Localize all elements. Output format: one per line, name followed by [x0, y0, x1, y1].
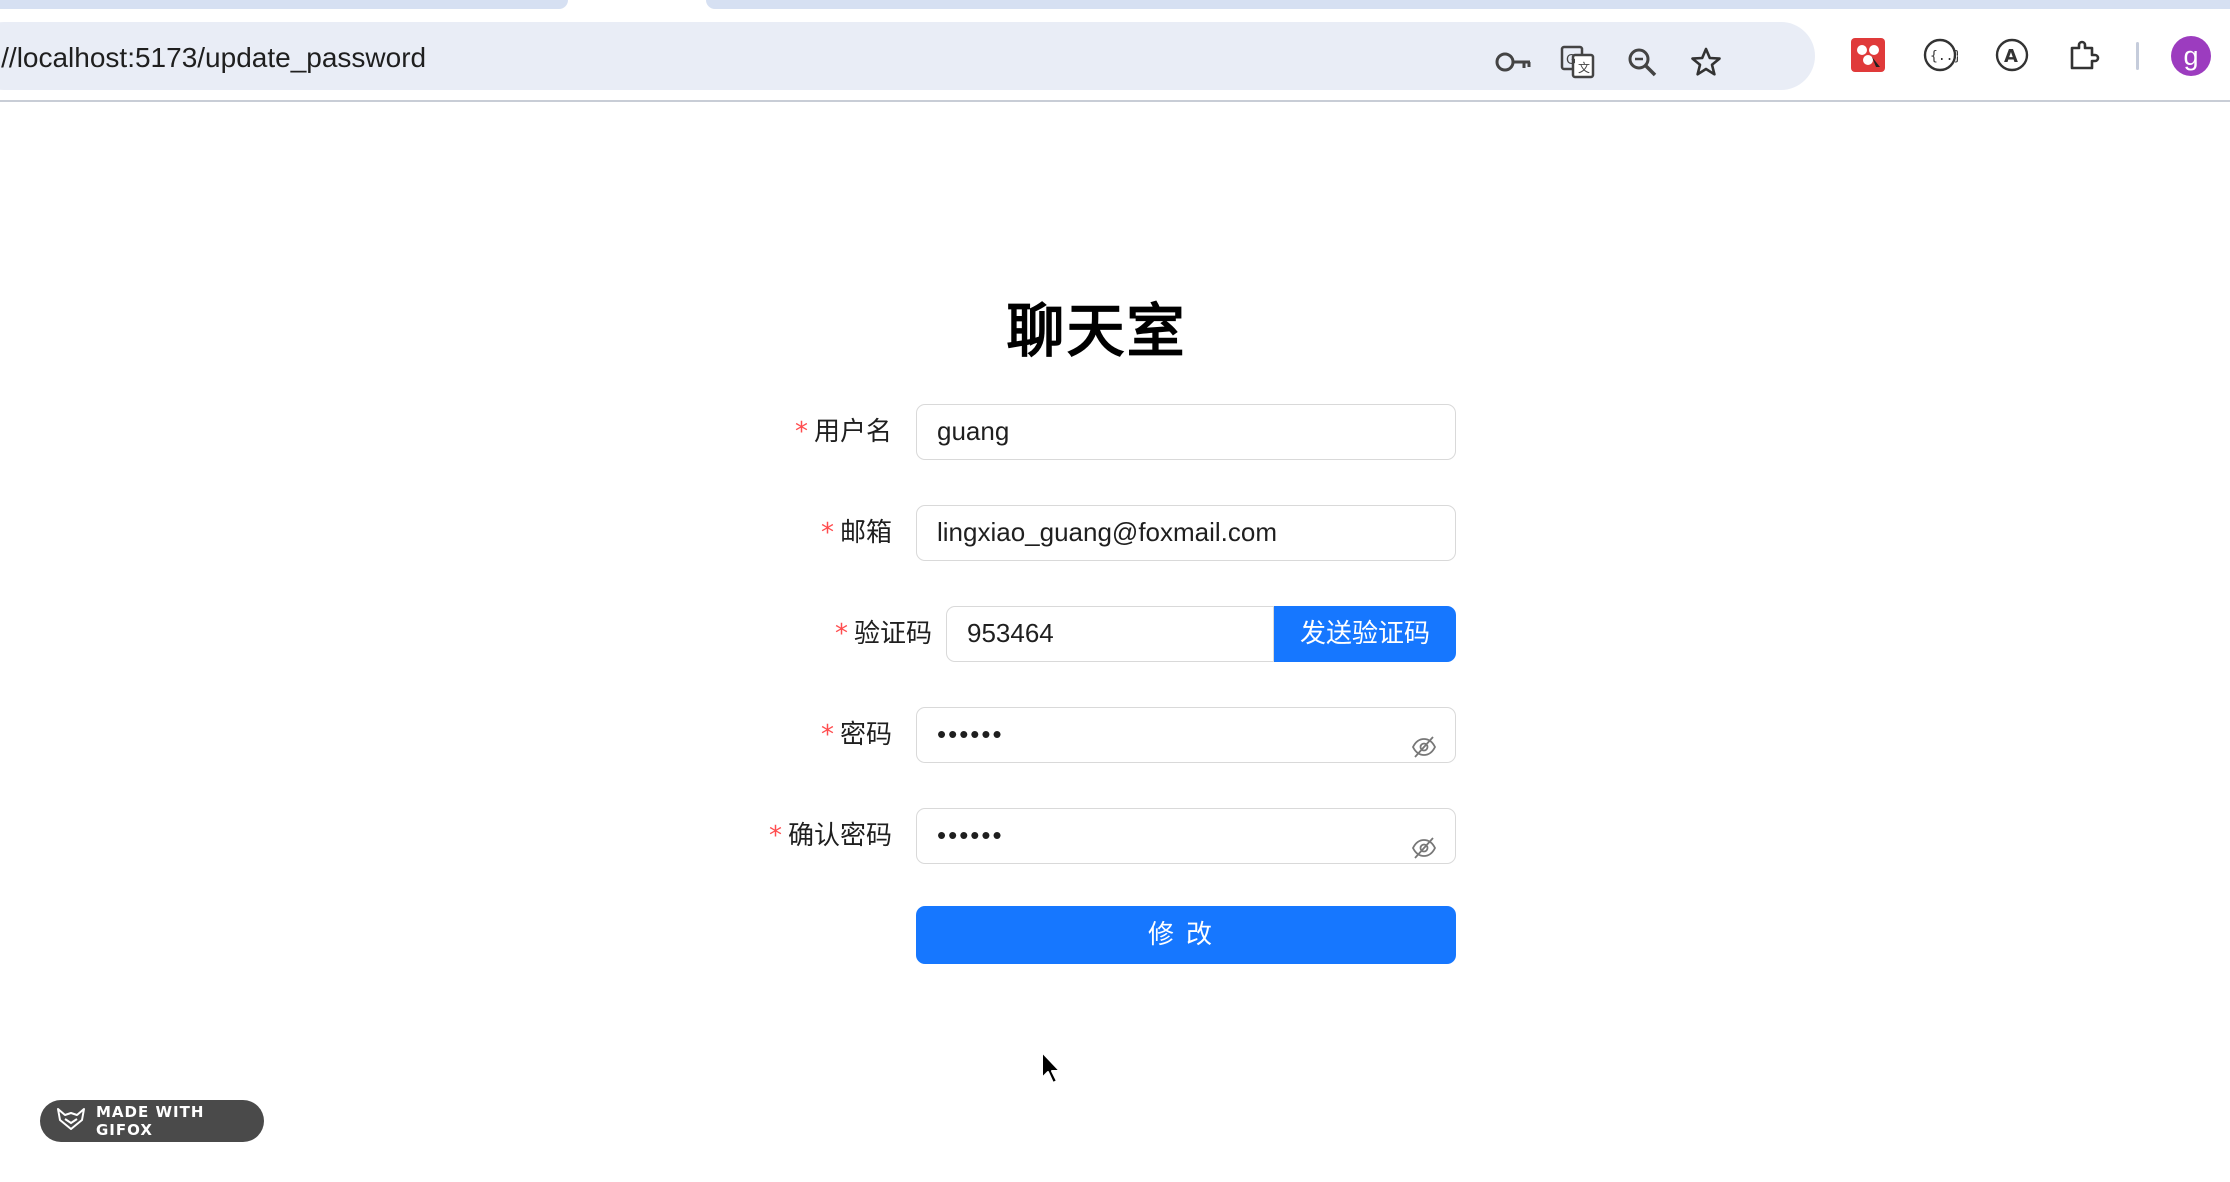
puzzle-red-extension-icon[interactable] — [1847, 34, 1889, 76]
tab-inactive-right[interactable] — [706, 0, 2230, 9]
username-label: * 用户名 — [794, 417, 892, 447]
form-row-password: * 密码 •••••• — [0, 707, 2230, 763]
required-mark: * — [820, 720, 834, 750]
key-icon[interactable] — [1494, 42, 1534, 82]
svg-text:{..}: {..} — [1930, 49, 1958, 64]
required-mark: * — [768, 821, 782, 851]
a-extension-icon[interactable]: A — [1991, 34, 2033, 76]
extensions-puzzle-icon[interactable] — [2063, 34, 2105, 76]
fox-logo-icon — [56, 1107, 86, 1135]
form-row-captcha: * 验证码 953464 发送验证码 — [0, 606, 2230, 662]
profile-avatar[interactable]: g — [2171, 36, 2211, 76]
required-mark: * — [794, 417, 808, 447]
svg-text:文: 文 — [1578, 60, 1590, 75]
username-input[interactable]: guang — [916, 404, 1456, 460]
email-label: * 邮箱 — [820, 518, 892, 548]
json-extension-icon[interactable]: {..} — [1919, 34, 1961, 76]
address-bar[interactable]: tp://localhost:5173/update_password G文 — [0, 22, 1815, 90]
svg-text:G: G — [1566, 53, 1576, 68]
captcha-input[interactable]: 953464 — [946, 606, 1274, 662]
form-row-confirm-password: * 确认密码 •••••• — [0, 808, 2230, 864]
browser-toolbar: tp://localhost:5173/update_password G文 {… — [0, 14, 2230, 102]
required-mark: * — [820, 518, 834, 548]
captcha-label: * 验证码 — [834, 619, 932, 649]
gifox-watermark: MADE WITH GIFOX — [40, 1100, 264, 1142]
confirm-password-value: •••••• — [937, 820, 1004, 850]
zoom-icon[interactable] — [1622, 42, 1662, 82]
tab-strip — [0, 0, 2230, 14]
mouse-cursor-icon — [1040, 1050, 1064, 1090]
eye-invisible-icon[interactable] — [1411, 825, 1437, 859]
svg-text:A: A — [2004, 46, 2018, 67]
password-value: •••••• — [937, 719, 1004, 749]
required-mark: * — [834, 619, 848, 649]
password-input[interactable]: •••••• — [916, 707, 1456, 763]
eye-invisible-icon[interactable] — [1411, 724, 1437, 758]
bookmark-star-icon[interactable] — [1686, 42, 1726, 82]
confirm-password-input[interactable]: •••••• — [916, 808, 1456, 864]
url-text[interactable]: tp://localhost:5173/update_password — [0, 42, 426, 74]
page-title: 聊天室 — [1006, 297, 1187, 365]
toolbar-divider — [2136, 42, 2139, 70]
form-row-username: * 用户名 guang — [0, 404, 2230, 460]
form-row-email: * 邮箱 lingxiao_guang@foxmail.com — [0, 505, 2230, 561]
send-captcha-button[interactable]: 发送验证码 — [1274, 606, 1456, 662]
email-input[interactable]: lingxiao_guang@foxmail.com — [916, 505, 1456, 561]
tab-inactive-left[interactable] — [0, 0, 568, 9]
translate-icon[interactable]: G文 — [1558, 42, 1598, 82]
gifox-watermark-text: MADE WITH GIFOX — [96, 1103, 205, 1139]
submit-button[interactable]: 修改 — [916, 906, 1456, 964]
password-label: * 密码 — [820, 720, 892, 750]
confirm-password-label: * 确认密码 — [768, 821, 892, 851]
